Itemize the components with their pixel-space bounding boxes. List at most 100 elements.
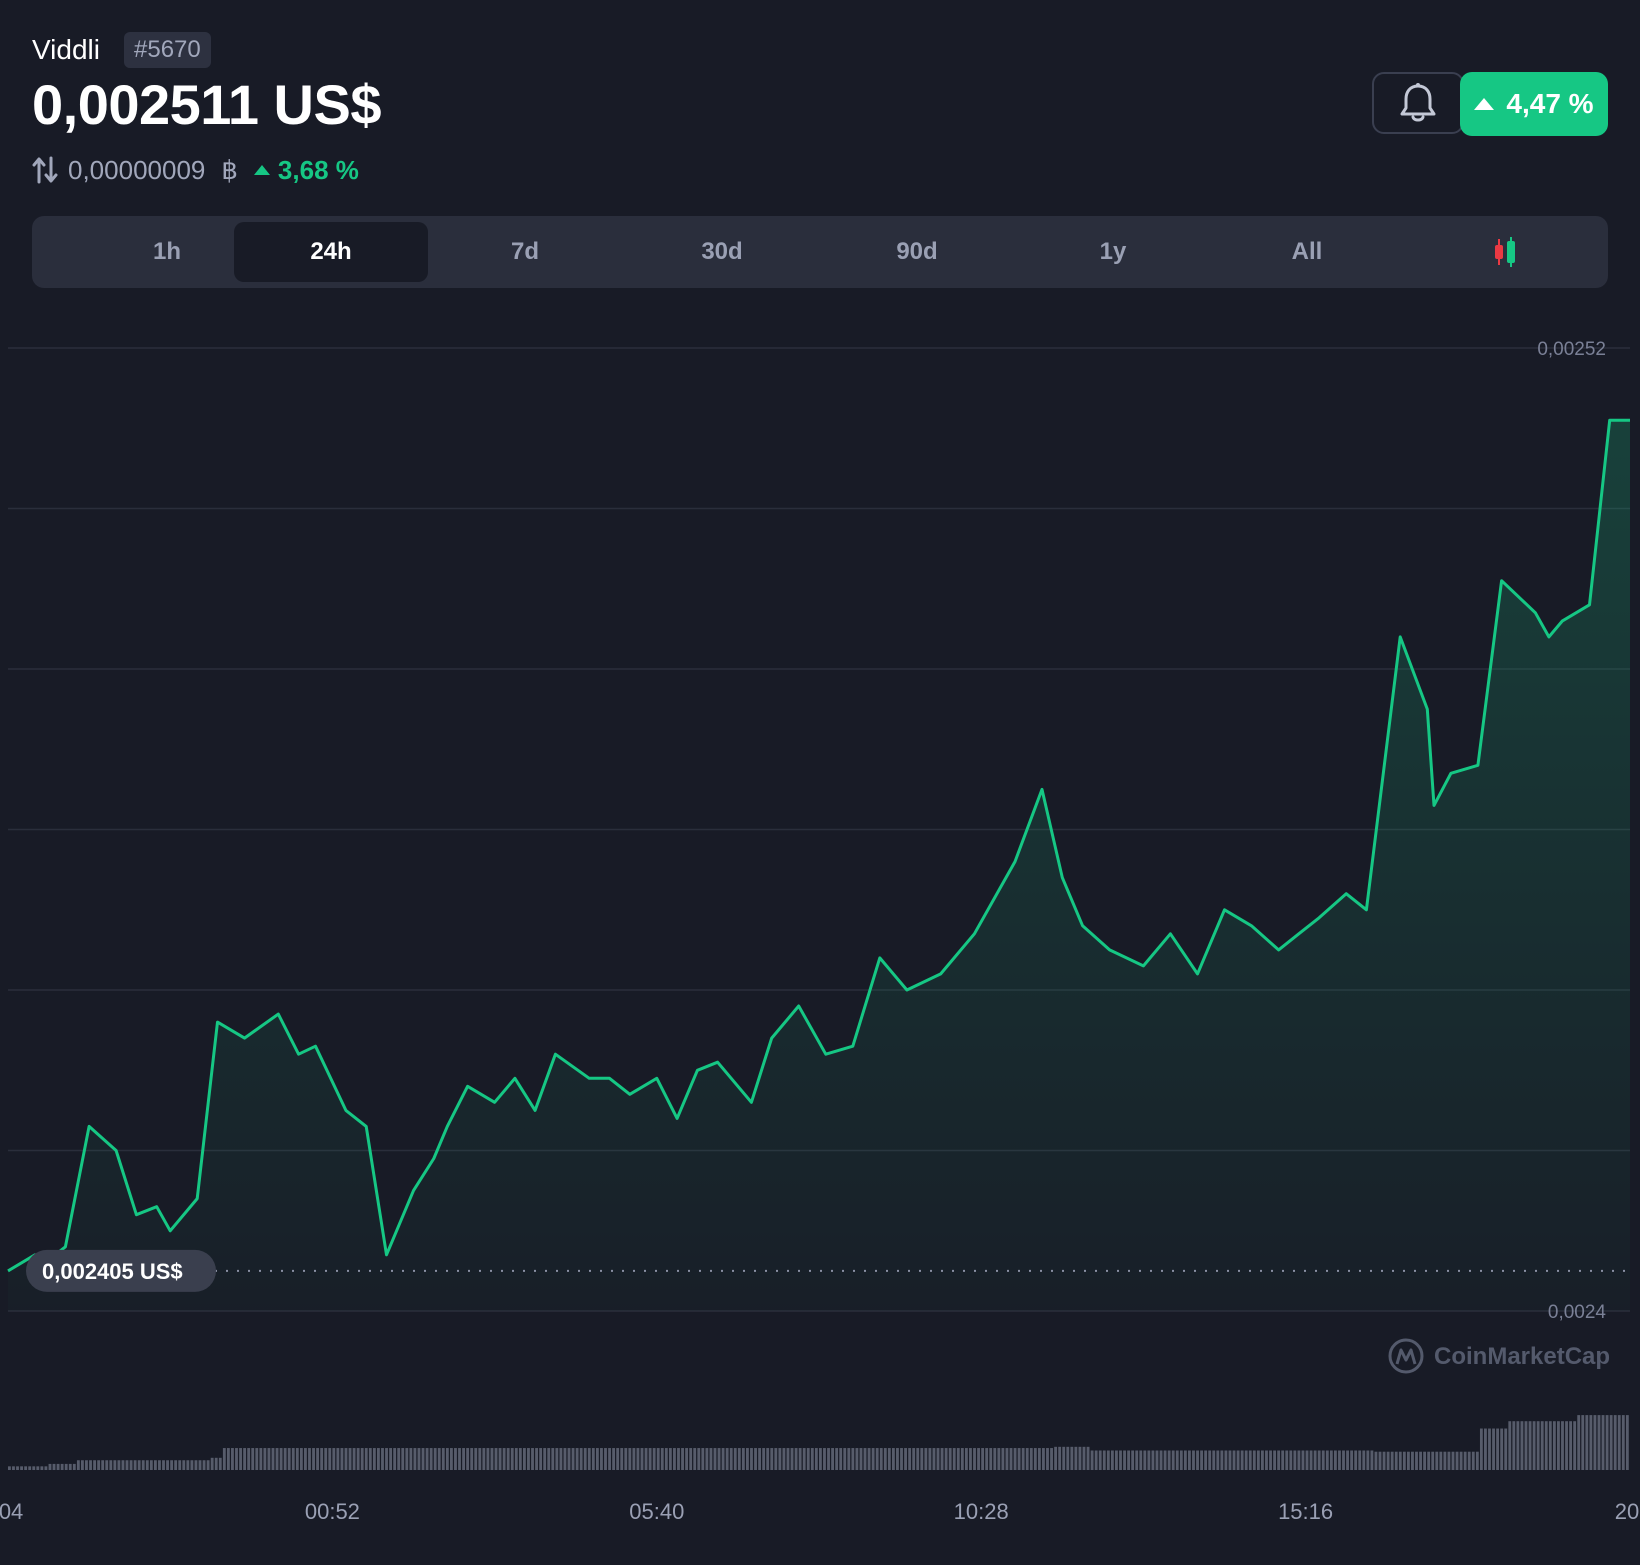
volume-bar xyxy=(571,1448,575,1470)
volume-bar xyxy=(441,1448,445,1470)
volume-bar xyxy=(802,1448,806,1470)
volume-bar xyxy=(510,1448,514,1470)
volume-bar xyxy=(1058,1446,1062,1470)
volume-bar xyxy=(308,1448,311,1470)
x-tick-label: 10:28 xyxy=(954,1499,1009,1524)
volume-bar xyxy=(1325,1450,1329,1470)
volume-bar xyxy=(1346,1450,1349,1470)
volume-bar xyxy=(1528,1421,1532,1470)
volume-bar xyxy=(336,1448,340,1470)
volume-bar xyxy=(198,1460,202,1470)
volume-bar xyxy=(1625,1415,1629,1470)
volume-bars xyxy=(8,1415,1629,1470)
volume-bar xyxy=(831,1448,834,1470)
volume-bar xyxy=(1536,1421,1540,1470)
volume-bar xyxy=(113,1460,117,1470)
volume-bar xyxy=(871,1448,875,1470)
volume-bar xyxy=(235,1448,238,1470)
volume-bar xyxy=(1301,1450,1305,1470)
volume-bar xyxy=(518,1448,522,1470)
volume-bar xyxy=(867,1448,871,1470)
volume-bar xyxy=(685,1448,689,1470)
volume-bar xyxy=(985,1448,989,1470)
volume-bar xyxy=(1082,1446,1086,1470)
volume-bar xyxy=(1329,1450,1333,1470)
volume-bar xyxy=(1573,1421,1577,1470)
volume-bar xyxy=(121,1460,125,1470)
volume-bar xyxy=(1037,1448,1041,1470)
volume-bar xyxy=(1451,1451,1455,1470)
volume-bar xyxy=(1094,1450,1098,1470)
volume-bar xyxy=(8,1466,11,1470)
volume-bar xyxy=(555,1448,559,1470)
volume-bar xyxy=(612,1448,616,1470)
volume-bar xyxy=(1390,1451,1394,1470)
volume-bar xyxy=(1102,1450,1106,1470)
volume-bar xyxy=(275,1448,279,1470)
volume-bar xyxy=(437,1448,441,1470)
volume-bar xyxy=(1605,1415,1609,1470)
volume-bar xyxy=(1066,1446,1070,1470)
volume-bar xyxy=(600,1448,603,1470)
volume-bar xyxy=(299,1448,303,1470)
volume-bar xyxy=(1471,1451,1475,1470)
volume-bar xyxy=(462,1448,465,1470)
volume-bar xyxy=(535,1448,538,1470)
volume-bar xyxy=(1232,1450,1236,1470)
volume-bar xyxy=(1110,1450,1114,1470)
volume-bar xyxy=(170,1460,174,1470)
volume-bar xyxy=(944,1448,948,1470)
volume-bar xyxy=(782,1448,786,1470)
volume-bar xyxy=(1252,1450,1256,1470)
volume-bar xyxy=(620,1448,624,1470)
volume-bar xyxy=(1354,1450,1358,1470)
volume-bar xyxy=(174,1460,178,1470)
volume-bar xyxy=(433,1448,437,1470)
volume-bar xyxy=(239,1448,242,1470)
volume-bar xyxy=(1500,1428,1504,1470)
volume-bar xyxy=(713,1448,717,1470)
volume-bar xyxy=(1192,1450,1195,1470)
volume-bar xyxy=(1171,1450,1175,1470)
volume-bar xyxy=(522,1448,526,1470)
volume-bar xyxy=(271,1448,275,1470)
volume-bar xyxy=(1167,1450,1171,1470)
volume-bar xyxy=(421,1448,425,1470)
volume-bar xyxy=(1151,1450,1155,1470)
volume-bar xyxy=(377,1448,380,1470)
volume-bar xyxy=(1439,1451,1443,1470)
volume-bar xyxy=(1333,1450,1337,1470)
volume-bar xyxy=(1155,1450,1159,1470)
volume-bar xyxy=(766,1448,770,1470)
volume-bar xyxy=(48,1463,52,1470)
volume-bar xyxy=(320,1448,324,1470)
volume-bar xyxy=(993,1448,997,1470)
volume-bar xyxy=(628,1448,632,1470)
coinmarketcap-watermark: CoinMarketCap xyxy=(1388,1338,1610,1374)
volume-bar xyxy=(863,1448,867,1470)
volume-bar xyxy=(604,1448,607,1470)
volume-bar xyxy=(1017,1448,1021,1470)
volume-bar xyxy=(222,1448,226,1470)
volume-bar xyxy=(1293,1450,1297,1470)
volume-bar xyxy=(1159,1450,1163,1470)
price-area xyxy=(8,420,1630,1311)
x-tick-label: 15:16 xyxy=(1278,1499,1333,1524)
volume-bar xyxy=(1504,1428,1508,1470)
volume-bar xyxy=(956,1448,960,1470)
volume-bar xyxy=(1492,1428,1495,1470)
volume-bar xyxy=(531,1448,534,1470)
volume-bar xyxy=(551,1448,555,1470)
volume-bar xyxy=(101,1460,105,1470)
volume-bar xyxy=(1597,1415,1601,1470)
volume-bar xyxy=(737,1448,741,1470)
price-chart[interactable]: 0,00252 0,0024 :04 00:52 05:40 10:28 15:16 20:… xyxy=(0,0,1640,1565)
volume-bar xyxy=(182,1460,186,1470)
volume-bar xyxy=(137,1460,141,1470)
volume-bar xyxy=(648,1448,652,1470)
volume-bar xyxy=(255,1448,259,1470)
volume-bar xyxy=(1406,1451,1410,1470)
volume-bar xyxy=(117,1460,121,1470)
volume-bar xyxy=(364,1448,368,1470)
volume-bar xyxy=(896,1448,899,1470)
